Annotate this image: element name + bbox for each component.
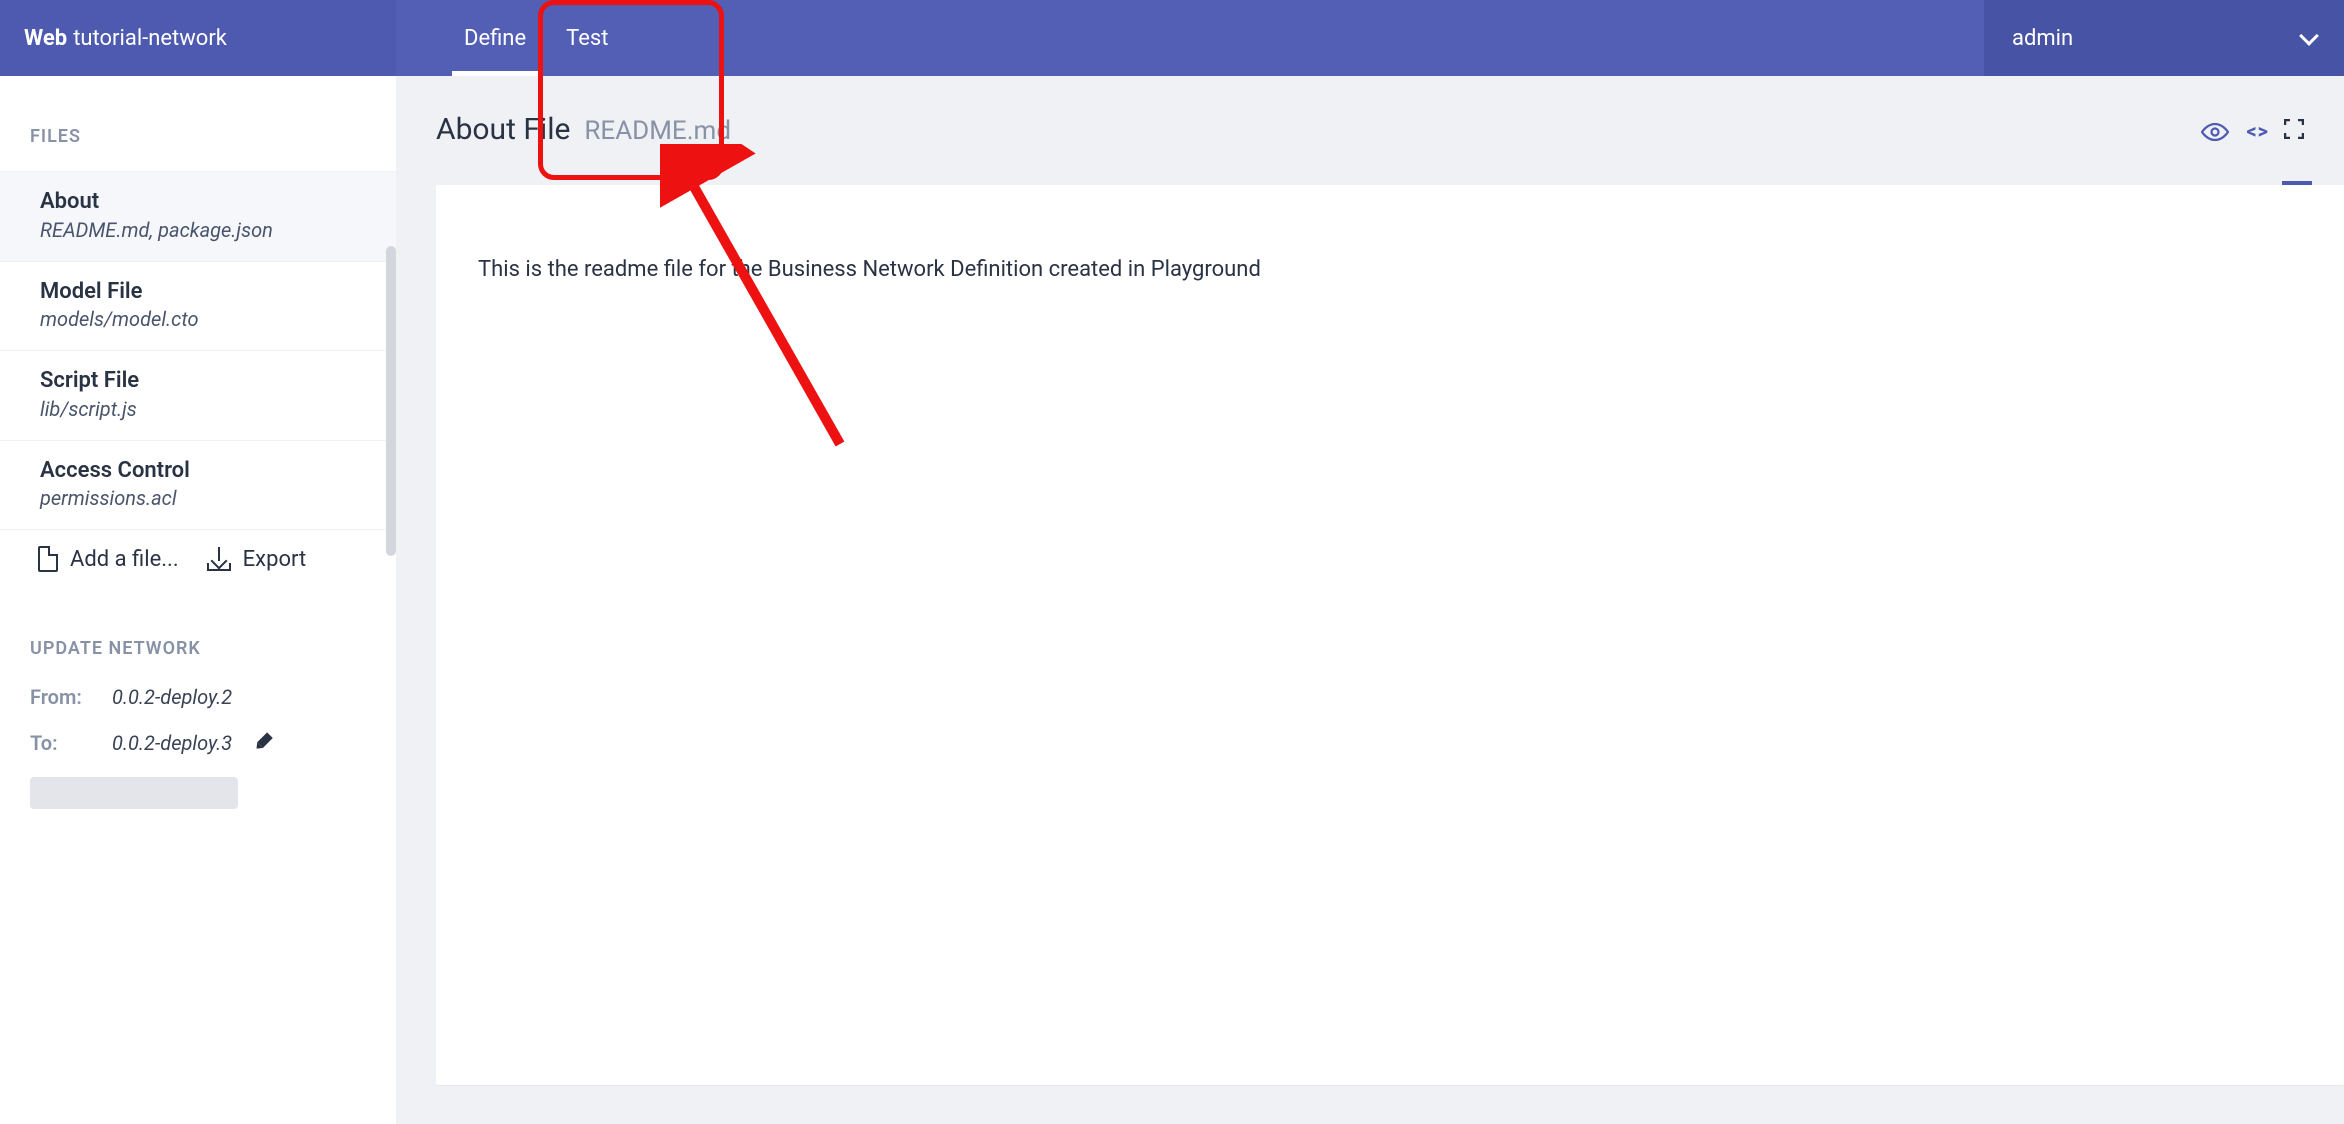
page-header: About File README.md < > xyxy=(436,112,2344,147)
sidebar-item-acl[interactable]: Access Control permissions.acl xyxy=(0,440,396,530)
update-to-value: 0.0.2-deploy.3 xyxy=(112,731,232,755)
update-from-row: From: 0.0.2-deploy.2 xyxy=(30,685,366,709)
topbar: Web tutorial-network Define Test admin xyxy=(0,0,2344,76)
file-item-subtitle: permissions.acl xyxy=(40,485,366,511)
sidebar-item-script[interactable]: Script File lib/script.js xyxy=(0,350,396,440)
file-item-subtitle: README.md, package.json xyxy=(40,217,366,243)
preview-icon[interactable] xyxy=(2201,123,2229,139)
content-card: This is the readme file for the Business… xyxy=(436,185,2344,1085)
user-name: admin xyxy=(2012,26,2073,51)
scrollbar-thumb[interactable] xyxy=(386,246,396,556)
download-icon xyxy=(207,547,231,571)
file-item-title: Model File xyxy=(40,278,366,307)
header-actions: < > xyxy=(2201,119,2305,143)
sidebar-item-model[interactable]: Model File models/model.cto xyxy=(0,261,396,351)
add-file-button[interactable]: Add a file... xyxy=(38,546,179,572)
main-area: About File README.md < > This is the rea… xyxy=(396,76,2344,1124)
brand-area: Web tutorial-network xyxy=(0,0,396,76)
tab-define[interactable]: Define xyxy=(444,0,546,76)
tabs-area: Define Test xyxy=(396,0,1984,76)
page-title: About File xyxy=(436,112,570,147)
deploy-button[interactable] xyxy=(30,777,238,809)
sidebar-item-about[interactable]: About README.md, package.json xyxy=(0,171,396,261)
tab-label: Define xyxy=(464,26,526,51)
readme-content: This is the readme file for the Business… xyxy=(478,257,2302,282)
update-from-value: 0.0.2-deploy.2 xyxy=(112,685,232,709)
tab-label: Test xyxy=(566,26,608,51)
file-item-subtitle: lib/script.js xyxy=(40,396,366,422)
pencil-icon[interactable] xyxy=(252,731,277,756)
tab-test[interactable]: Test xyxy=(546,0,628,76)
chevron-down-icon xyxy=(2299,26,2319,46)
export-label: Export xyxy=(243,547,307,572)
update-to-label: To: xyxy=(30,731,94,755)
update-from-label: From: xyxy=(30,685,94,709)
sidebar: FILES About README.md, package.json Mode… xyxy=(0,76,396,1124)
page-filename: README.md xyxy=(584,116,731,146)
file-item-title: About xyxy=(40,188,366,217)
export-button[interactable]: Export xyxy=(207,547,307,572)
file-icon xyxy=(38,546,58,572)
expand-icon[interactable] xyxy=(2284,119,2304,143)
user-menu[interactable]: admin xyxy=(1984,0,2344,76)
sidebar-file-actions: Add a file... Export xyxy=(0,529,396,588)
brand-label: Web xyxy=(24,26,67,51)
add-file-label: Add a file... xyxy=(70,547,179,572)
update-to-row: To: 0.0.2-deploy.3 xyxy=(30,731,366,755)
file-item-title: Access Control xyxy=(40,457,366,486)
brand-network-name: tutorial-network xyxy=(73,26,227,51)
file-item-subtitle: models/model.cto xyxy=(40,306,366,332)
file-item-title: Script File xyxy=(40,367,366,396)
update-network-section: UPDATE NETWORK From: 0.0.2-deploy.2 To: … xyxy=(0,588,396,809)
update-network-heading: UPDATE NETWORK xyxy=(30,638,366,659)
sidebar-files-heading: FILES xyxy=(0,76,396,171)
code-icon[interactable]: < > xyxy=(2247,119,2267,143)
